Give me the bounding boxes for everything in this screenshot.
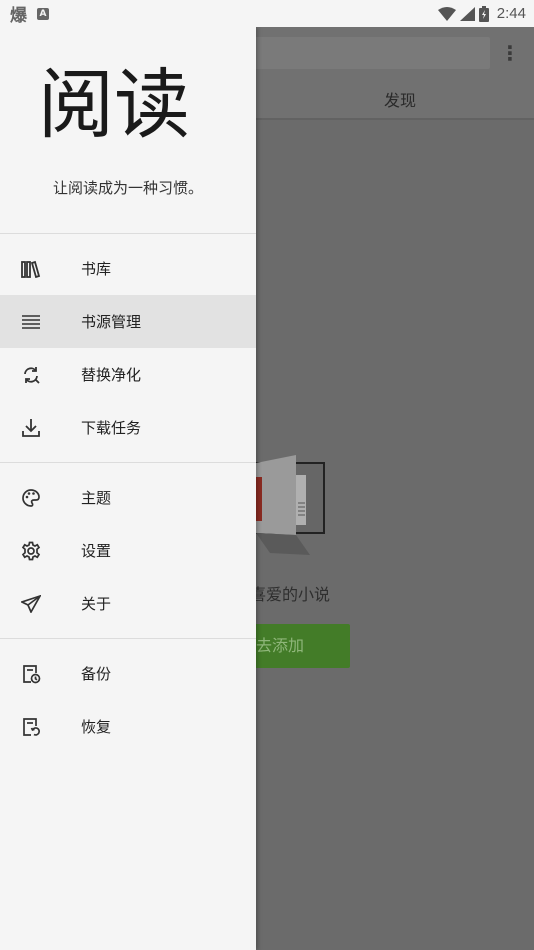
app-slogan: 让阅读成为一种习惯。 <box>52 179 203 197</box>
clock: 2:44 <box>496 5 526 22</box>
menu-group-main: 书库 书源管理 替换净化 下载任务 <box>0 234 256 462</box>
navigation-drawer: 阅读 让阅读成为一种习惯。 书库 书源管理 替换净化 下载任务 主题 设置 关于… <box>0 27 256 950</box>
menu-label: 下载任务 <box>81 419 142 437</box>
menu-label: 主题 <box>81 489 112 507</box>
bookshelf-icon <box>20 258 42 280</box>
download-icon <box>20 417 42 439</box>
empty-bookshelf-illustration <box>250 455 330 555</box>
app-logo: 阅读 <box>38 49 218 159</box>
menu-group-backup: 备份 恢复 <box>0 639 256 761</box>
menu-item-book-source[interactable]: 书源管理 <box>0 295 256 348</box>
more-options-icon: ⋮ <box>500 41 520 65</box>
menu-item-restore[interactable]: 恢复 <box>0 700 256 753</box>
menu-item-backup[interactable]: 备份 <box>0 647 256 700</box>
menu-label: 替换净化 <box>81 366 142 384</box>
signal-icon <box>459 6 475 21</box>
tab-discover: 发现 <box>383 91 416 110</box>
wifi-icon <box>437 6 456 21</box>
palette-icon <box>20 487 42 509</box>
menu-label: 关于 <box>81 595 112 613</box>
replace-icon <box>20 364 42 386</box>
menu-item-bookshelf[interactable]: 书库 <box>0 242 256 295</box>
logo-text: 阅读 <box>38 60 190 149</box>
menu-item-replace-rules[interactable]: 替换净化 <box>0 348 256 401</box>
menu-item-about[interactable]: 关于 <box>0 577 256 630</box>
restore-icon <box>20 716 42 738</box>
menu-item-theme[interactable]: 主题 <box>0 471 256 524</box>
menu-item-download-tasks[interactable]: 下载任务 <box>0 401 256 454</box>
list-icon <box>20 311 42 333</box>
empty-state-text: 喜爱的小说 <box>250 585 331 604</box>
menu-label: 书源管理 <box>81 313 142 331</box>
notification-badge-icon: A <box>37 7 49 20</box>
menu-label: 恢复 <box>81 718 112 736</box>
search-field <box>240 37 490 69</box>
menu-group-settings: 主题 设置 关于 <box>0 463 256 638</box>
app-notification-glyph: 爆 <box>10 6 27 26</box>
gear-icon <box>20 540 42 562</box>
drawer-header: 阅读 让阅读成为一种习惯。 <box>0 27 256 233</box>
status-bar: 爆 A 2:44 <box>0 0 534 27</box>
battery-icon <box>478 5 489 22</box>
menu-label: 备份 <box>81 665 112 683</box>
menu-item-settings[interactable]: 设置 <box>0 524 256 577</box>
menu-label: 书库 <box>81 260 112 278</box>
backup-icon <box>20 663 42 685</box>
menu-label: 设置 <box>81 542 112 560</box>
send-icon <box>20 593 42 615</box>
